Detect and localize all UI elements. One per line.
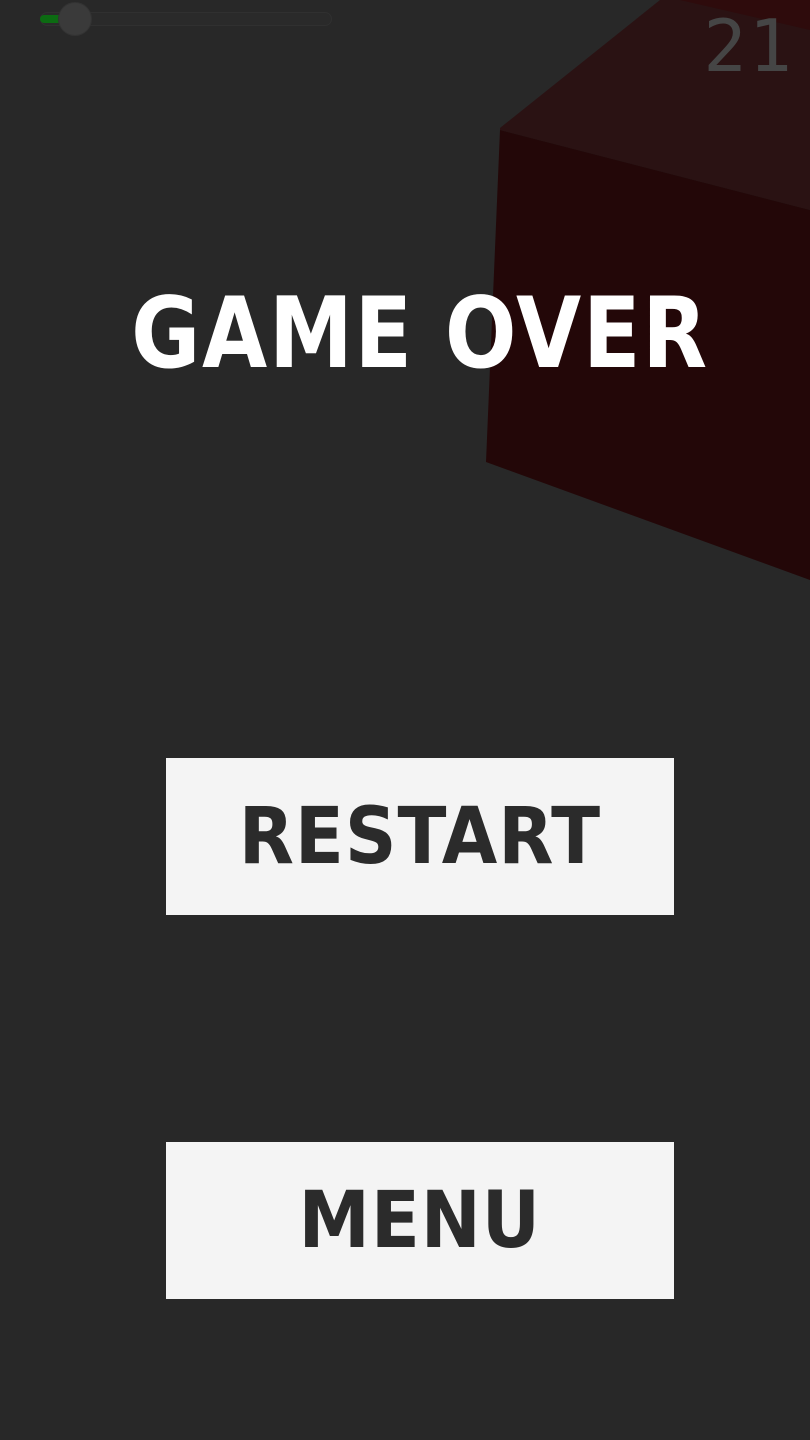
score-counter: 21 [703,4,794,88]
restart-button-label: RESTART [238,791,602,882]
game-over-title: GAME OVER [131,277,709,391]
restart-button[interactable]: RESTART [166,758,674,915]
menu-button-label: MENU [298,1175,542,1266]
menu-button[interactable]: MENU [166,1142,674,1299]
level-progress-bar [40,3,332,35]
level-progress-thumb [59,3,92,35]
game-over-screen: 21 GAME OVER RESTART MENU [0,0,810,1440]
